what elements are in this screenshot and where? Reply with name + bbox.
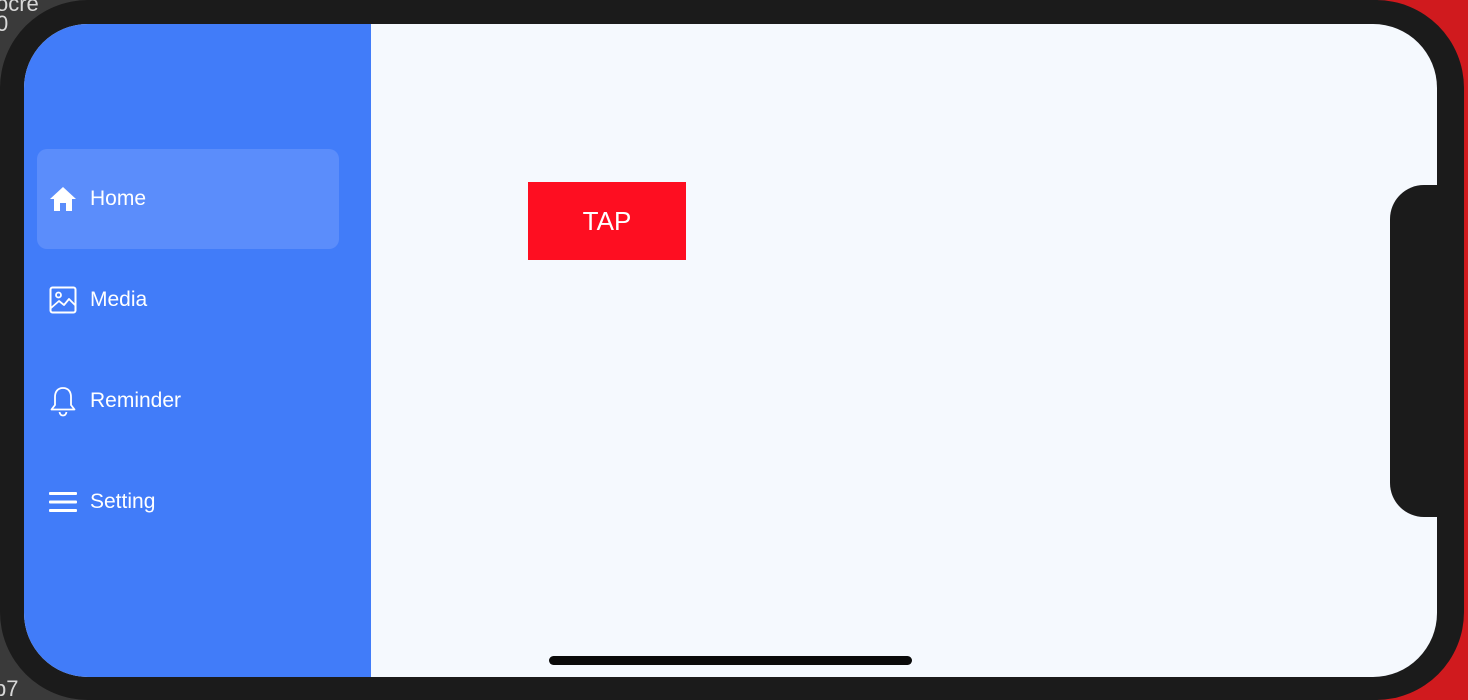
backdrop-text-bottom: b7 [0, 676, 19, 700]
sidebar-item-reminder[interactable]: Reminder [37, 351, 339, 451]
sidebar-item-setting[interactable]: Setting [37, 452, 339, 552]
phone-frame: Home Media Reminder Setting TAP [0, 0, 1464, 700]
sidebar-item-label: Setting [90, 490, 156, 513]
image-icon [49, 286, 77, 314]
home-indicator[interactable] [549, 656, 912, 665]
sidebar-item-label: Media [90, 288, 148, 311]
sidebar-item-label: Reminder [90, 389, 182, 412]
main-content: TAP [371, 24, 1437, 677]
sidebar-item-label: Home [90, 187, 147, 210]
tap-button[interactable]: TAP [528, 182, 686, 260]
home-icon [49, 185, 77, 213]
sidebar-item-media[interactable]: Media [37, 250, 339, 350]
phone-screen: Home Media Reminder Setting TAP [24, 24, 1437, 677]
sidebar-item-home[interactable]: Home [37, 149, 339, 249]
bell-icon [49, 387, 77, 417]
sidebar: Home Media Reminder Setting [24, 24, 371, 677]
phone-notch [1390, 185, 1450, 517]
menu-icon [49, 488, 77, 516]
